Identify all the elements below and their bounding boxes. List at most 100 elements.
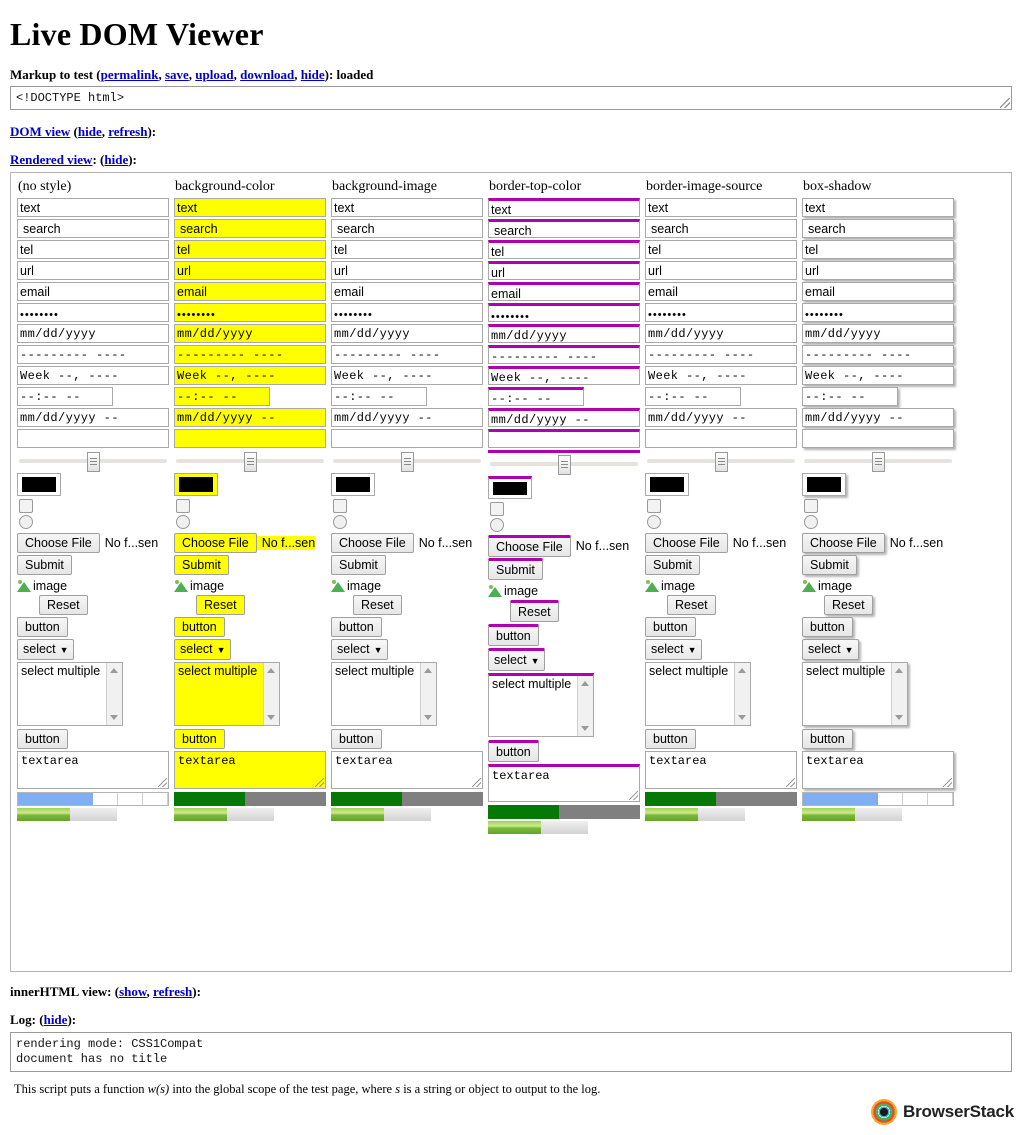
scroll-up-icon[interactable] [738, 668, 746, 673]
textarea-widget[interactable]: textarea [17, 751, 169, 789]
input-date[interactable]: mm/dd/yyyy [174, 324, 326, 343]
link-hide-markup[interactable]: hide [301, 67, 325, 82]
input-datetime-local[interactable]: mm/dd/yyyy -- [17, 408, 169, 427]
textarea-resize-handle-icon[interactable] [629, 791, 638, 800]
input-time[interactable]: --:-- -- [488, 387, 584, 406]
input-file[interactable]: Choose File No f...sen [174, 532, 330, 553]
resize-handle-icon[interactable] [1000, 98, 1010, 108]
input-image[interactable]: image [174, 577, 330, 595]
input-email[interactable]: email [331, 282, 483, 301]
button-element[interactable]: button [802, 729, 853, 749]
input-password[interactable]: •••••••• [488, 303, 640, 322]
range-thumb[interactable] [244, 452, 257, 472]
choose-file-button[interactable]: Choose File [488, 534, 571, 557]
link-upload[interactable]: upload [195, 67, 233, 82]
select-multiple-listbox[interactable]: select multiple [488, 673, 594, 737]
input-email[interactable]: email [174, 282, 326, 301]
link-dom-refresh[interactable]: refresh [108, 124, 147, 139]
listbox-scrollbar[interactable] [891, 663, 907, 725]
input-date[interactable]: mm/dd/yyyy [802, 324, 954, 343]
input-checkbox[interactable] [804, 499, 818, 513]
input-password[interactable]: •••••••• [802, 303, 954, 322]
input-datetime-local[interactable]: mm/dd/yyyy -- [174, 408, 326, 427]
input-radio[interactable] [333, 515, 347, 529]
input-url[interactable]: url [331, 261, 483, 280]
input-date[interactable]: mm/dd/yyyy [17, 324, 169, 343]
input-search[interactable]: search [802, 219, 954, 238]
input-week[interactable]: Week --, ---- [17, 366, 169, 385]
input-button[interactable]: button [645, 617, 696, 637]
input-date[interactable]: mm/dd/yyyy [645, 324, 797, 343]
range-thumb[interactable] [87, 452, 100, 472]
input-range[interactable] [331, 450, 483, 472]
input-email[interactable]: email [802, 282, 954, 301]
input-time[interactable]: --:-- -- [331, 387, 427, 406]
textarea-resize-handle-icon[interactable] [158, 778, 167, 787]
input-time[interactable]: --:-- -- [174, 387, 270, 406]
input-week[interactable]: Week --, ---- [331, 366, 483, 385]
input-color-swatch[interactable] [802, 473, 846, 496]
textarea-widget[interactable]: textarea [488, 764, 640, 802]
submit-button[interactable]: Submit [174, 555, 229, 575]
input-color-text[interactable] [802, 429, 954, 448]
input-checkbox[interactable] [176, 499, 190, 513]
range-thumb[interactable] [558, 455, 571, 475]
reset-button[interactable]: Reset [824, 595, 873, 615]
link-dom-hide[interactable]: hide [78, 124, 102, 139]
input-search[interactable]: search [645, 219, 797, 238]
input-week[interactable]: Week --, ---- [174, 366, 326, 385]
input-file[interactable]: Choose File No f...sen [331, 532, 487, 553]
input-color-text[interactable] [17, 429, 169, 448]
input-file[interactable]: Choose File No f...sen [488, 534, 644, 557]
link-download[interactable]: download [240, 67, 294, 82]
input-image[interactable]: image [17, 577, 173, 595]
input-color-swatch[interactable] [488, 476, 532, 499]
scroll-down-icon[interactable] [581, 726, 589, 731]
input-time[interactable]: --:-- -- [17, 387, 113, 406]
reset-button[interactable]: Reset [667, 595, 716, 615]
select-multiple-listbox[interactable]: select multiple [174, 662, 280, 726]
input-url[interactable]: url [488, 261, 640, 280]
input-checkbox[interactable] [490, 502, 504, 516]
input-button[interactable]: button [802, 617, 853, 637]
input-password[interactable]: •••••••• [17, 303, 169, 322]
input-search[interactable]: search [331, 219, 483, 238]
button-element[interactable]: button [174, 729, 225, 749]
input-button[interactable]: button [174, 617, 225, 637]
input-button[interactable]: button [331, 617, 382, 637]
input-month[interactable]: --------- ---- [174, 345, 326, 364]
scroll-up-icon[interactable] [267, 668, 275, 673]
input-url[interactable]: url [645, 261, 797, 280]
listbox-scrollbar[interactable] [263, 663, 279, 725]
input-file[interactable]: Choose File No f...sen [802, 532, 958, 553]
input-month[interactable]: --------- ---- [17, 345, 169, 364]
select-multiple-listbox[interactable]: select multiple [331, 662, 437, 726]
select-dropdown[interactable]: select ▼ [17, 639, 74, 660]
input-image[interactable]: image [488, 582, 644, 600]
textarea-widget[interactable]: textarea [174, 751, 326, 789]
input-color-swatch[interactable] [645, 473, 689, 496]
input-email[interactable]: email [645, 282, 797, 301]
link-log-hide[interactable]: hide [44, 1012, 68, 1027]
submit-button[interactable]: Submit [645, 555, 700, 575]
input-time[interactable]: --:-- -- [645, 387, 741, 406]
select-multiple-listbox[interactable]: select multiple [645, 662, 751, 726]
input-checkbox[interactable] [19, 499, 33, 513]
input-color-swatch[interactable] [174, 473, 218, 496]
input-text[interactable]: text [645, 198, 797, 217]
submit-button[interactable]: Submit [17, 555, 72, 575]
textarea-resize-handle-icon[interactable] [315, 778, 324, 787]
input-text[interactable]: text [331, 198, 483, 217]
input-checkbox[interactable] [333, 499, 347, 513]
choose-file-button[interactable]: Choose File [17, 532, 100, 553]
input-text[interactable]: text [17, 198, 169, 217]
input-image[interactable]: image [645, 577, 801, 595]
input-date[interactable]: mm/dd/yyyy [488, 324, 640, 343]
scroll-up-icon[interactable] [424, 668, 432, 673]
scroll-down-icon[interactable] [895, 715, 903, 720]
input-text[interactable]: text [174, 198, 326, 217]
input-radio[interactable] [176, 515, 190, 529]
input-image[interactable]: image [802, 577, 958, 595]
input-password[interactable]: •••••••• [174, 303, 326, 322]
reset-button[interactable]: Reset [510, 600, 559, 622]
